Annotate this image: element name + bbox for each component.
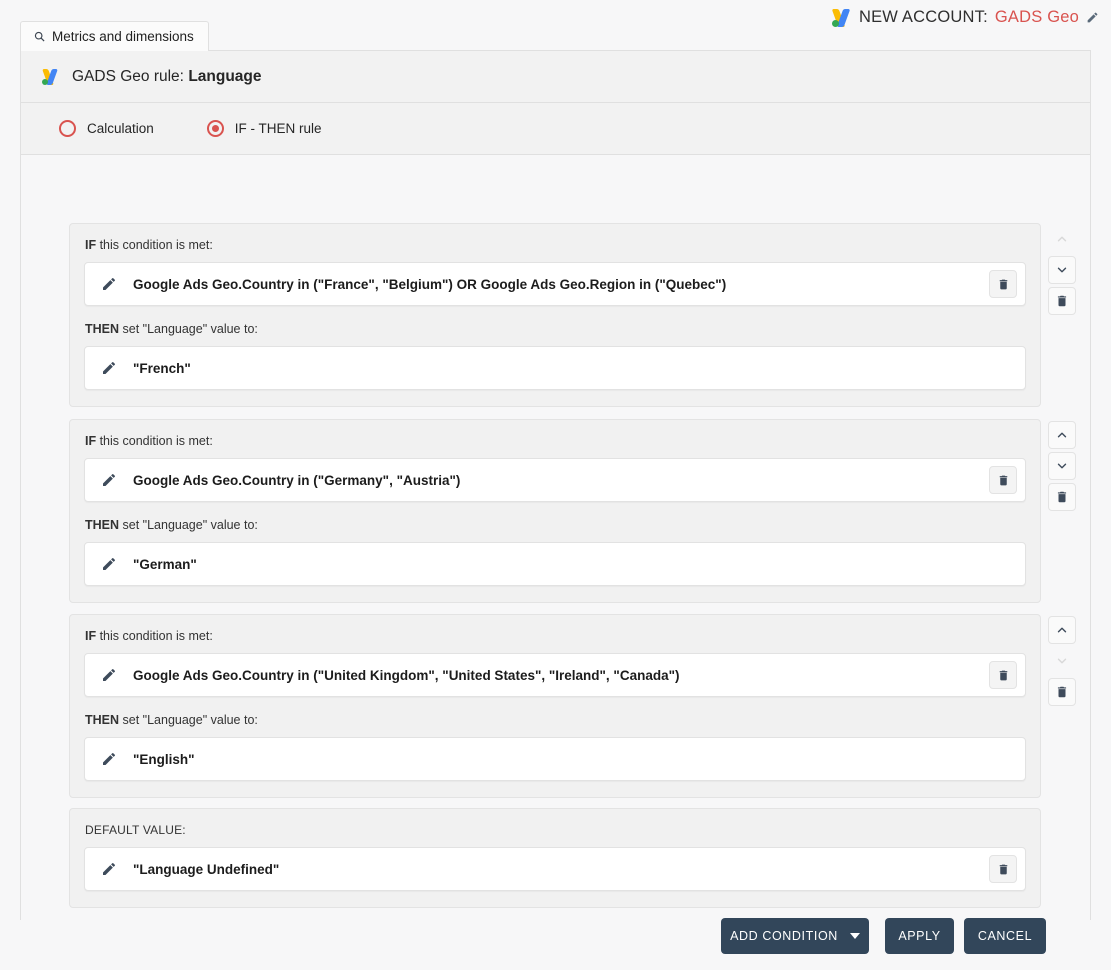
result-value-text: "English" xyxy=(133,751,195,767)
radio-option-calculation[interactable]: Calculation xyxy=(59,120,154,137)
result-value-row[interactable]: "English" xyxy=(84,737,1026,781)
edit-default-value-pencil-icon[interactable] xyxy=(101,861,117,877)
page-title: GADS Geo rule: Language xyxy=(72,68,262,86)
edit-condition-pencil-icon[interactable] xyxy=(101,276,117,292)
add-condition-label: ADD CONDITION xyxy=(730,929,838,943)
footer-actions: ADD CONDITION APPLY CANCEL xyxy=(21,918,1090,970)
then-label: THEN set "Language" value to: xyxy=(85,713,258,727)
default-value-label: DEFAULT VALUE: xyxy=(85,823,186,837)
edit-value-pencil-icon[interactable] xyxy=(101,751,117,767)
block-side-controls xyxy=(1048,225,1076,318)
rule-editor-card: GADS Geo rule: Language Calculation IF -… xyxy=(20,51,1091,954)
edit-value-pencil-icon[interactable] xyxy=(101,556,117,572)
edit-condition-pencil-icon[interactable] xyxy=(101,472,117,488)
default-value-text: "Language Undefined" xyxy=(133,861,280,877)
rules-area: IF this condition is met: Google Ads Geo… xyxy=(21,155,1090,920)
radio-calculation-indicator[interactable] xyxy=(59,120,76,137)
move-block-down-button[interactable] xyxy=(1048,452,1076,480)
default-value-block: DEFAULT VALUE: "Language Undefined" xyxy=(69,808,1041,908)
then-label: THEN set "Language" value to: xyxy=(85,322,258,336)
default-value-row[interactable]: "Language Undefined" xyxy=(84,847,1026,891)
condition-expression-text: Google Ads Geo.Country in ("France", "Be… xyxy=(133,276,727,292)
delete-block-button[interactable] xyxy=(1048,483,1076,511)
delete-block-button[interactable] xyxy=(1048,678,1076,706)
move-block-down-button xyxy=(1048,647,1076,675)
move-block-up-button[interactable] xyxy=(1048,421,1076,449)
condition-block: IF this condition is met: Google Ads Geo… xyxy=(69,223,1041,407)
move-block-up-button[interactable] xyxy=(1048,616,1076,644)
tab-label: Metrics and dimensions xyxy=(52,29,194,44)
delete-block-button[interactable] xyxy=(1048,287,1076,315)
delete-condition-button[interactable] xyxy=(989,270,1017,298)
radio-if-then-indicator[interactable] xyxy=(206,120,224,137)
edit-value-pencil-icon[interactable] xyxy=(101,360,117,376)
if-label: IF this condition is met: xyxy=(85,238,213,252)
card-header: GADS Geo rule: Language xyxy=(21,51,1090,103)
if-label: IF this condition is met: xyxy=(85,629,213,643)
rule-title-name: Language xyxy=(188,67,262,85)
result-value-row[interactable]: "German" xyxy=(84,542,1026,586)
tab-strip: Metrics and dimensions xyxy=(20,21,1091,51)
condition-expression-row[interactable]: Google Ads Geo.Country in ("Germany", "A… xyxy=(84,458,1026,502)
google-ads-logo-icon xyxy=(42,68,60,85)
cancel-button[interactable]: CANCEL xyxy=(964,918,1046,954)
radio-if-then-label: IF - THEN rule xyxy=(234,121,322,136)
rule-title-prefix: GADS Geo rule: xyxy=(72,67,184,85)
top-bar: NEW ACCOUNT: GADS Geo xyxy=(0,0,1111,27)
condition-expression-row[interactable]: Google Ads Geo.Country in ("France", "Be… xyxy=(84,262,1026,306)
caret-down-icon xyxy=(849,933,860,939)
move-block-up-button xyxy=(1048,225,1076,253)
search-icon xyxy=(33,30,46,43)
result-value-text: "French" xyxy=(133,360,191,376)
condition-expression-text: Google Ads Geo.Country in ("Germany", "A… xyxy=(133,472,461,488)
edit-condition-pencil-icon[interactable] xyxy=(101,667,117,683)
result-value-row[interactable]: "French" xyxy=(84,346,1026,390)
result-value-text: "German" xyxy=(133,556,197,572)
block-side-controls xyxy=(1048,421,1076,514)
if-label: IF this condition is met: xyxy=(85,434,213,448)
delete-default-value-button[interactable] xyxy=(989,855,1017,883)
radio-option-if-then-rule[interactable]: IF - THEN rule xyxy=(206,120,322,137)
add-condition-button[interactable]: ADD CONDITION xyxy=(721,918,869,954)
delete-condition-button[interactable] xyxy=(989,661,1017,689)
then-label: THEN set "Language" value to: xyxy=(85,518,258,532)
radio-calculation-label: Calculation xyxy=(87,121,154,136)
delete-condition-button[interactable] xyxy=(989,466,1017,494)
condition-expression-text: Google Ads Geo.Country in ("United Kingd… xyxy=(133,667,680,683)
condition-block: IF this condition is met: Google Ads Geo… xyxy=(69,614,1041,798)
condition-expression-row[interactable]: Google Ads Geo.Country in ("United Kingd… xyxy=(84,653,1026,697)
rule-mode-selector: Calculation IF - THEN rule xyxy=(21,103,1090,155)
tab-metrics-and-dimensions[interactable]: Metrics and dimensions xyxy=(20,21,209,51)
apply-button[interactable]: APPLY xyxy=(885,918,954,954)
block-side-controls xyxy=(1048,616,1076,709)
condition-block: IF this condition is met: Google Ads Geo… xyxy=(69,419,1041,603)
move-block-down-button[interactable] xyxy=(1048,256,1076,284)
